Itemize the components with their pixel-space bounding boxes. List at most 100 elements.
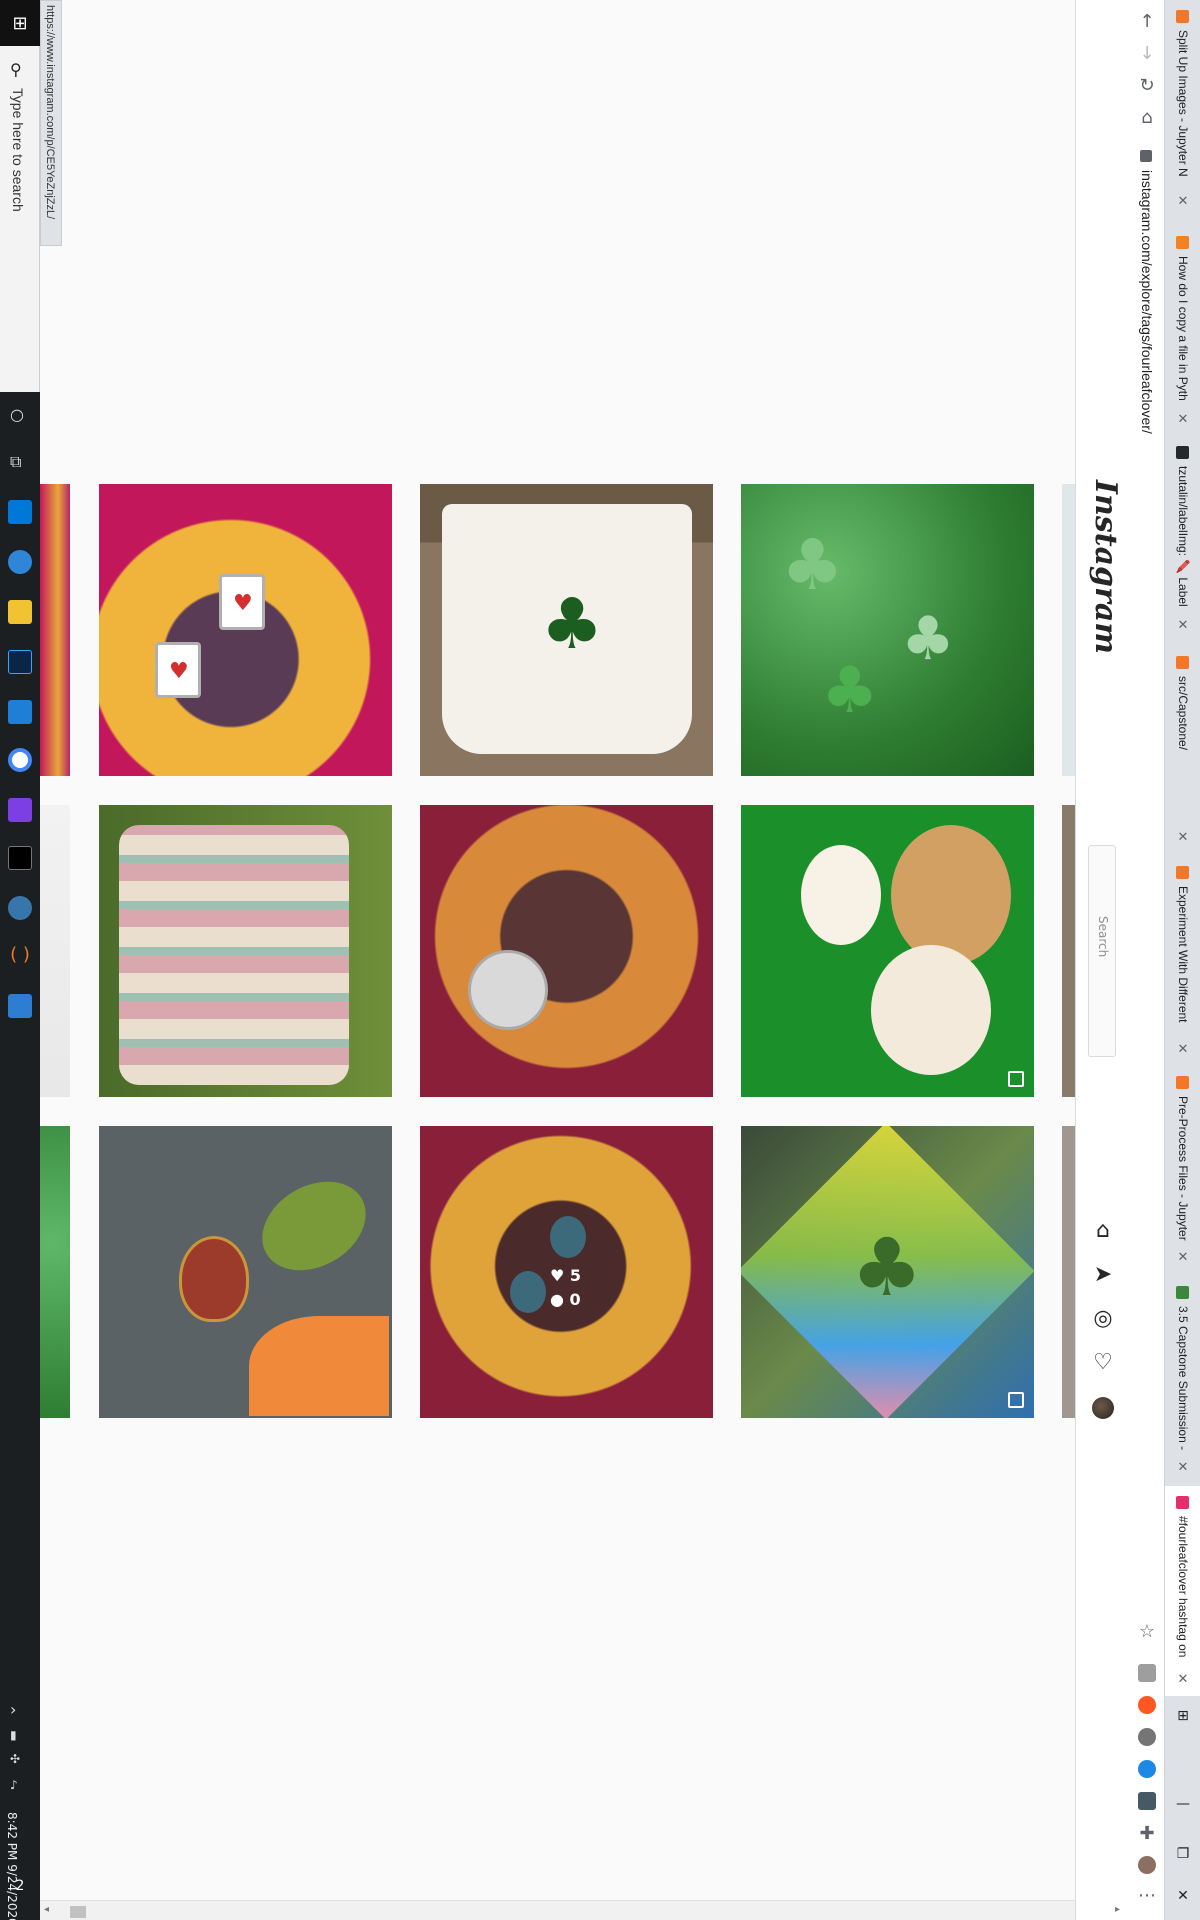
tab-favicon: [1176, 1496, 1189, 1509]
home-button-icon[interactable]: ⌂: [1135, 106, 1159, 130]
scroll-left-icon[interactable]: ◂: [44, 1904, 49, 1915]
close-tab-icon[interactable]: ✕: [1175, 1042, 1191, 1058]
post-thumbnail[interactable]: ♣ ♣ ♣: [741, 484, 1034, 776]
tab-title: 3.5 Capstone Submission -: [1176, 1306, 1190, 1451]
file-explorer-icon[interactable]: [8, 600, 32, 624]
python-icon[interactable]: [8, 896, 32, 920]
browser-tab[interactable]: Split Up Images - Jupyter N ✕: [1165, 0, 1200, 209]
bookmark-star-icon[interactable]: ☆: [1135, 1620, 1159, 1644]
heart-icon: ♥: [550, 1266, 565, 1285]
post-thumbnail[interactable]: ♥ ♥: [99, 484, 392, 776]
cortana-icon[interactable]: ○: [10, 405, 24, 424]
search-icon: ⚲: [10, 60, 22, 79]
battery-icon[interactable]: ▮: [10, 1728, 17, 1742]
scroll-right-icon[interactable]: ▸: [1115, 1904, 1120, 1915]
earring-image: [550, 1216, 586, 1258]
new-tab-icon[interactable]: ⊞: [1175, 1708, 1191, 1724]
post-thumbnail[interactable]: ♣: [741, 1126, 1034, 1418]
close-tab-icon[interactable]: ✕: [1175, 618, 1191, 634]
lock-icon[interactable]: [1140, 150, 1152, 162]
extension-icon[interactable]: [1138, 1696, 1156, 1714]
post-thumbnail[interactable]: ♣: [420, 484, 713, 776]
close-tab-icon[interactable]: ✕: [1175, 1250, 1191, 1266]
restore-icon[interactable]: ❐: [1175, 1846, 1191, 1862]
menu-icon[interactable]: ⋯: [1135, 1884, 1159, 1908]
volume-icon[interactable]: ♪: [10, 1778, 18, 1792]
tab-title: tzutalin/labelImg: 🖍️ Label: [1176, 466, 1190, 607]
plush-bear-image: [871, 945, 991, 1075]
home-icon[interactable]: ⌂: [1090, 1218, 1116, 1244]
close-tab-icon[interactable]: ✕: [1175, 194, 1191, 210]
extension-icon[interactable]: [1138, 1728, 1156, 1746]
extension-icon[interactable]: [1138, 1664, 1156, 1682]
forward-icon[interactable]: ↓: [1135, 42, 1159, 66]
post-thumbnail[interactable]: ♥ 5 ● 0: [420, 1126, 713, 1418]
terminal-icon[interactable]: [8, 846, 32, 870]
close-tab-icon[interactable]: ✕: [1175, 830, 1191, 846]
link-url-tooltip: https://www.instagram.com/p/CE5YeZnjZzL/: [40, 0, 62, 246]
extension-icon[interactable]: [1138, 1760, 1156, 1778]
taskbar-search-box[interactable]: ⊞ ⚲ Type here to search: [0, 0, 40, 392]
tab-favicon: [1176, 236, 1189, 249]
tab-favicon: [1176, 10, 1189, 23]
start-button[interactable]: ⊞: [0, 0, 40, 46]
close-tab-icon[interactable]: ✕: [1175, 1672, 1191, 1688]
post-thumbnail[interactable]: [420, 805, 713, 1097]
tab-title: Experiment With Different: [1176, 886, 1190, 1023]
post-thumbnail[interactable]: [1062, 1126, 1075, 1418]
extension-icon[interactable]: [1138, 1792, 1156, 1810]
photoshop-icon[interactable]: [8, 650, 32, 674]
task-view-icon[interactable]: ⧉: [10, 452, 21, 472]
scrollbar-thumb[interactable]: [70, 1906, 86, 1918]
onenote-icon[interactable]: [8, 798, 32, 822]
multiple-posts-icon: [1008, 1392, 1024, 1408]
vscode-icon[interactable]: [8, 700, 32, 724]
profile-avatar[interactable]: [1092, 1397, 1114, 1419]
taskbar-search-placeholder: Type here to search: [10, 88, 26, 212]
comments-count: 0: [569, 1290, 581, 1309]
close-tab-icon[interactable]: ✕: [1175, 1460, 1191, 1476]
post-thumbnail[interactable]: [1062, 805, 1075, 1097]
post-thumbnail[interactable]: [40, 1126, 70, 1418]
close-tab-icon[interactable]: ✕: [1175, 412, 1191, 428]
reload-icon[interactable]: ↻: [1135, 74, 1159, 98]
tab-favicon: [1176, 446, 1189, 459]
address-bar[interactable]: instagram.com/explore/tags/fourleafclove…: [1139, 170, 1155, 434]
notification-center-button[interactable]: 2: [6, 1878, 34, 1906]
card-earring-image: ♥: [219, 574, 265, 630]
chrome-icon[interactable]: [8, 748, 32, 772]
horizontal-scrollbar[interactable]: ◂ ▸: [40, 1900, 1120, 1920]
post-thumbnail[interactable]: [99, 805, 392, 1097]
browser-tab-active[interactable]: #fourleafclover hashtag on ✕: [1165, 1486, 1200, 1696]
post-thumbnail[interactable]: [1062, 484, 1075, 776]
post-thumbnail[interactable]: [741, 805, 1034, 1097]
taskbar-time: 8:42 PM: [5, 1812, 19, 1861]
instagram-logo[interactable]: Instagram: [1088, 480, 1123, 654]
post-thumbnail[interactable]: [40, 484, 70, 776]
browser-tab[interactable]: 3.5 Capstone Submission - ✕: [1165, 1276, 1200, 1475]
minimize-icon[interactable]: —: [1175, 1796, 1191, 1812]
browser-tab[interactable]: Experiment With Different ✕: [1165, 856, 1200, 1057]
browser-tab[interactable]: Pre-Process Files - Jupyter ✕: [1165, 1066, 1200, 1265]
network-icon[interactable]: ✣: [10, 1752, 20, 1766]
post-thumbnail[interactable]: [99, 1126, 392, 1418]
browser-tab[interactable]: How do I copy a file in Pyth ✕: [1165, 226, 1200, 427]
store-icon[interactable]: [8, 500, 32, 524]
edge-icon[interactable]: [8, 550, 32, 574]
plush-bear-image: [891, 825, 1011, 965]
browser-tab[interactable]: tzutalin/labelImg: 🖍️ Label ✕: [1165, 436, 1200, 633]
instagram-search-input[interactable]: Search: [1088, 845, 1116, 1057]
explore-icon[interactable]: ◎: [1090, 1306, 1116, 1332]
chevron-up-icon[interactable]: ›: [10, 1700, 16, 1719]
profile-icon[interactable]: [1138, 1856, 1156, 1874]
direct-icon[interactable]: ➤: [1090, 1262, 1116, 1288]
activity-icon[interactable]: ♡: [1090, 1350, 1116, 1376]
extensions-puzzle-icon[interactable]: ✚: [1135, 1822, 1159, 1846]
browser-tab[interactable]: src/Capstone/ ✕: [1165, 646, 1200, 845]
jupyter-icon[interactable]: ( ): [8, 944, 32, 968]
tab-favicon: [1176, 866, 1189, 879]
back-icon[interactable]: ↑: [1135, 10, 1159, 34]
close-window-icon[interactable]: ✕: [1175, 1888, 1191, 1904]
calculator-icon[interactable]: [8, 994, 32, 1018]
post-thumbnail[interactable]: [40, 805, 70, 1097]
